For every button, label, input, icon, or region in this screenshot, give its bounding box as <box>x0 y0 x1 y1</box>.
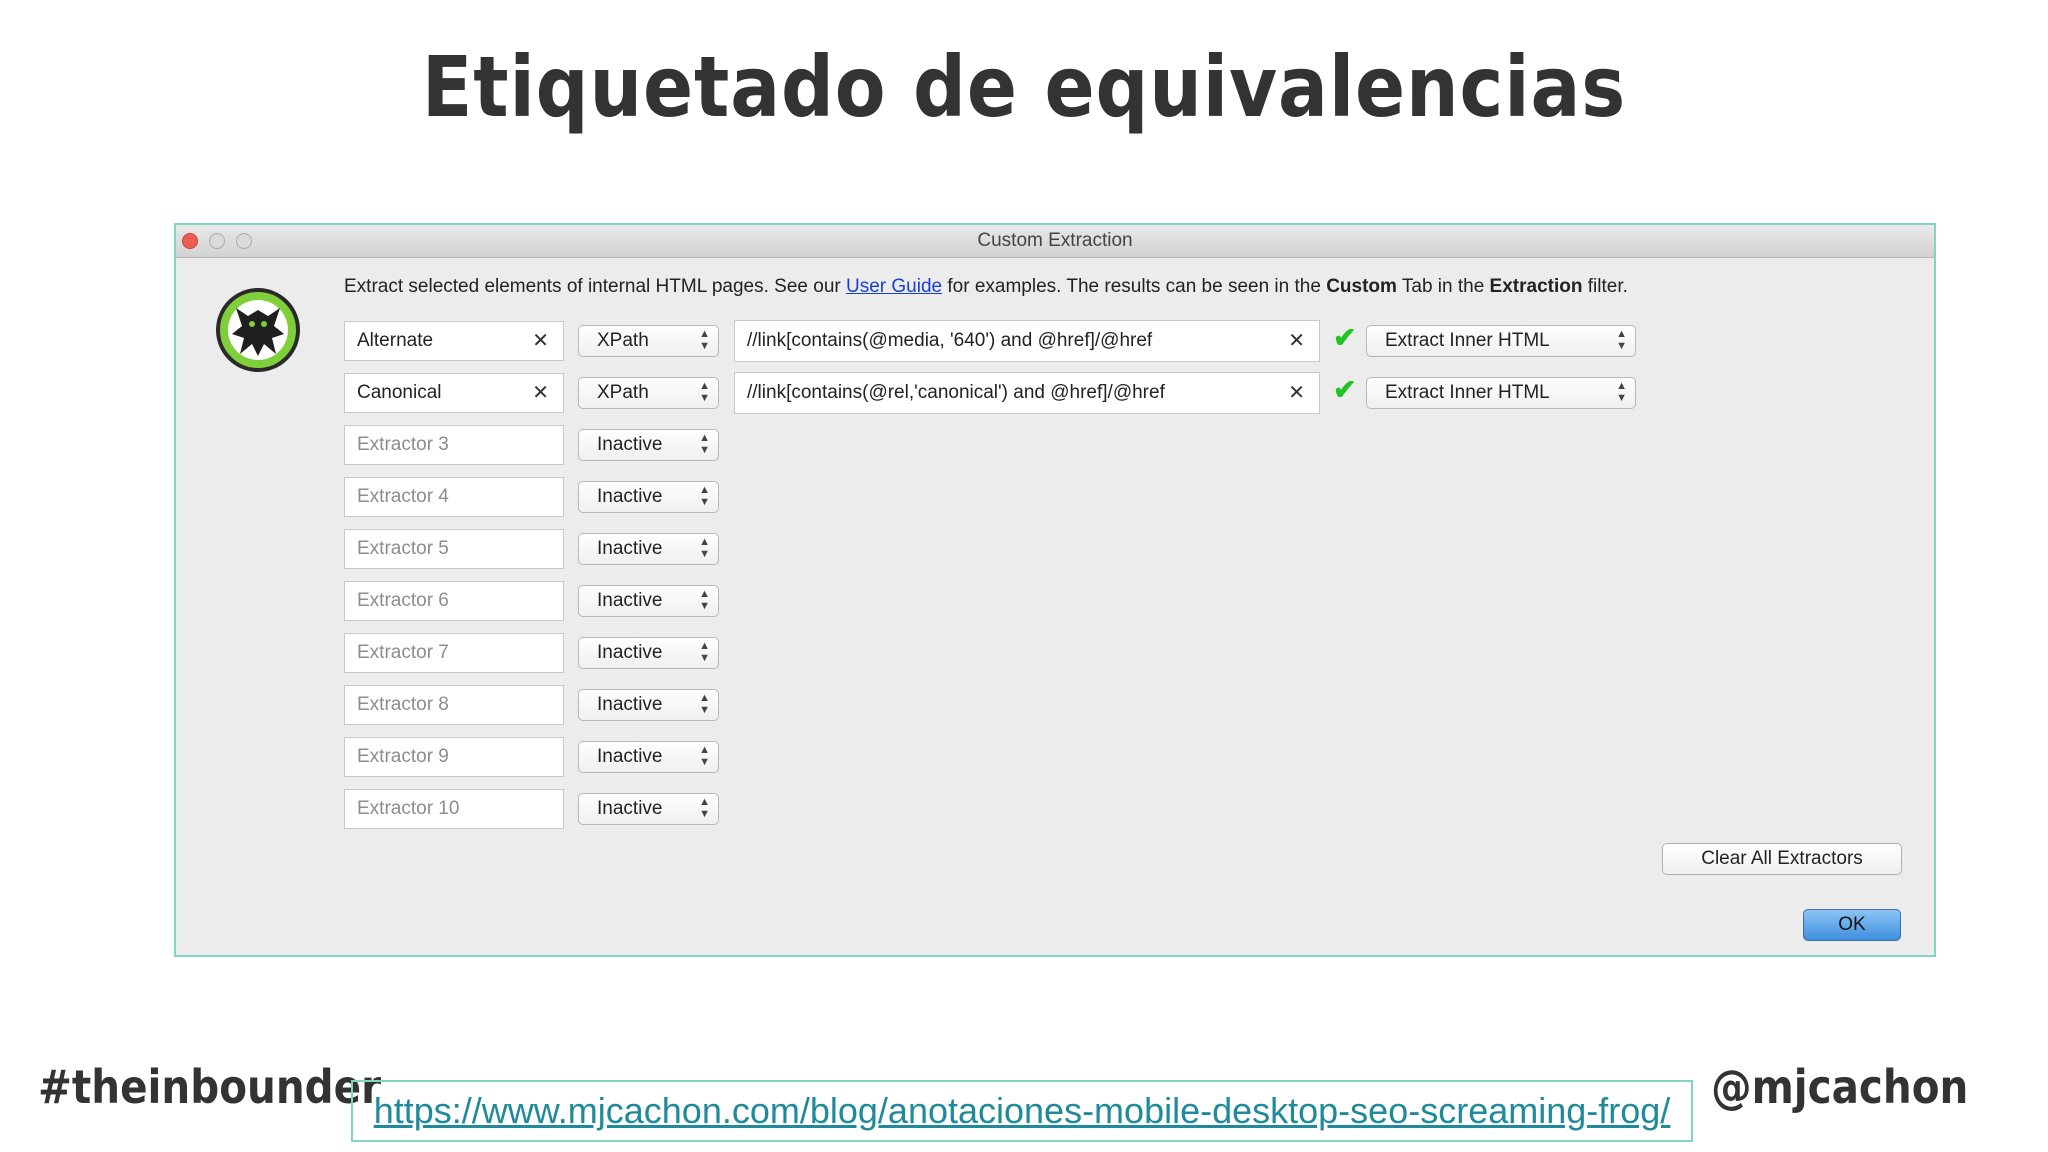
extractor-name-value: Alternate <box>357 330 434 351</box>
extract-mode-value: Extract Inner HTML <box>1385 330 1550 351</box>
extractor-name-input[interactable]: Extractor 7 <box>344 633 564 673</box>
user-guide-link[interactable]: User Guide <box>846 276 942 297</box>
window-title: Custom Extraction <box>977 230 1133 251</box>
extractor-type-value: Inactive <box>597 642 663 663</box>
expression-input[interactable]: //link[contains(@media, '640') and @href… <box>734 320 1320 362</box>
close-icon[interactable]: ✕ <box>1288 321 1305 361</box>
extractor-type-value: Inactive <box>597 746 663 767</box>
extractor-type-value: XPath <box>597 382 649 403</box>
extractor-name-input[interactable]: Extractor 3 <box>344 425 564 465</box>
extractor-type-value: Inactive <box>597 486 663 507</box>
extractor-type-select[interactable]: Inactive ▲ ▼ <box>578 689 719 721</box>
extractor-name-input[interactable]: Extractor 6 <box>344 581 564 621</box>
expression-input[interactable]: //link[contains(@rel,'canonical') and @h… <box>734 372 1320 414</box>
stepper-arrows-icon: ▲ ▼ <box>1616 328 1627 352</box>
hashtag: #theinbounder <box>38 1060 382 1114</box>
extractor-type-select[interactable]: Inactive ▲ ▼ <box>578 793 719 825</box>
intro-part-2: for examples. The results can be seen in… <box>942 276 1327 297</box>
extractor-name-input[interactable]: Extractor 9 <box>344 737 564 777</box>
extract-mode-select[interactable]: Extract Inner HTML ▲ ▼ <box>1366 325 1636 357</box>
stepper-arrows-icon: ▲ ▼ <box>699 588 710 612</box>
extractor-type-select[interactable]: XPath ▲ ▼ <box>578 325 719 357</box>
extractor-name-input[interactable]: Alternate ✕ <box>344 321 564 361</box>
extractor-type-value: Inactive <box>597 538 663 559</box>
stepper-arrows-icon: ▲ ▼ <box>699 536 710 560</box>
stepper-arrows-icon: ▲ ▼ <box>699 640 710 664</box>
extractor-type-select[interactable]: Inactive ▲ ▼ <box>578 429 719 461</box>
url-box: https://www.mjcachon.com/blog/anotacione… <box>351 1080 1693 1142</box>
extractor-type-select[interactable]: Inactive ▲ ▼ <box>578 585 719 617</box>
extract-mode-value: Extract Inner HTML <box>1385 382 1550 403</box>
stepper-arrows-icon: ▲ ▼ <box>699 744 710 768</box>
twitter-handle: @mjcachon <box>1710 1060 1968 1114</box>
extractor-name-input[interactable]: Extractor 10 <box>344 789 564 829</box>
intro-part-4: filter. <box>1582 276 1628 297</box>
stepper-arrows-icon: ▲ ▼ <box>699 796 710 820</box>
checkmark-icon: ✔ <box>1333 322 1357 353</box>
extractor-type-select[interactable]: Inactive ▲ ▼ <box>578 741 719 773</box>
stepper-arrows-icon: ▲ ▼ <box>699 380 710 404</box>
stepper-arrows-icon: ▲ ▼ <box>699 432 710 456</box>
intro-text: Extract selected elements of internal HT… <box>344 276 1628 298</box>
extractor-type-select[interactable]: Inactive ▲ ▼ <box>578 533 719 565</box>
extractor-name-value: Canonical <box>357 382 442 403</box>
clear-all-extractors-button[interactable]: Clear All Extractors <box>1662 843 1902 875</box>
close-icon[interactable]: ✕ <box>532 322 549 360</box>
extractor-name-input[interactable]: Extractor 5 <box>344 529 564 569</box>
extractor-name-input[interactable]: Canonical ✕ <box>344 373 564 413</box>
stepper-arrows-icon: ▲ ▼ <box>1616 380 1627 404</box>
screaming-frog-logo <box>216 288 300 372</box>
extractor-type-value: Inactive <box>597 798 663 819</box>
ok-button[interactable]: OK <box>1803 909 1901 941</box>
intro-part-3: Tab in the <box>1396 276 1490 297</box>
extractor-type-select[interactable]: Inactive ▲ ▼ <box>578 481 719 513</box>
extractor-type-select[interactable]: XPath ▲ ▼ <box>578 377 719 409</box>
checkmark-icon: ✔ <box>1333 374 1357 405</box>
expression-value: //link[contains(@rel,'canonical') and @h… <box>747 382 1165 403</box>
expression-value: //link[contains(@media, '640') and @href… <box>747 330 1153 351</box>
custom-extraction-window: Custom Extraction Extract selected eleme… <box>174 223 1936 957</box>
title-bar: Custom Extraction <box>176 225 1934 258</box>
intro-custom-bold: Custom <box>1326 276 1397 297</box>
extractor-type-value: XPath <box>597 330 649 351</box>
extractor-type-value: Inactive <box>597 590 663 611</box>
intro-part-1: Extract selected elements of internal HT… <box>344 276 846 297</box>
stepper-arrows-icon: ▲ ▼ <box>699 692 710 716</box>
slide-title: Etiquetado de equivalencias <box>421 38 1627 136</box>
extractor-type-value: Inactive <box>597 694 663 715</box>
extractor-type-value: Inactive <box>597 434 663 455</box>
extract-mode-select[interactable]: Extract Inner HTML ▲ ▼ <box>1366 377 1636 409</box>
extractor-name-input[interactable]: Extractor 4 <box>344 477 564 517</box>
stepper-arrows-icon: ▲ ▼ <box>699 484 710 508</box>
extractor-name-input[interactable]: Extractor 8 <box>344 685 564 725</box>
close-icon[interactable]: ✕ <box>1288 373 1305 413</box>
close-icon[interactable]: ✕ <box>532 374 549 412</box>
stepper-arrows-icon: ▲ ▼ <box>699 328 710 352</box>
extractor-type-select[interactable]: Inactive ▲ ▼ <box>578 637 719 669</box>
intro-extraction-bold: Extraction <box>1489 276 1583 297</box>
blog-url-link[interactable]: https://www.mjcachon.com/blog/anotacione… <box>374 1090 1671 1131</box>
